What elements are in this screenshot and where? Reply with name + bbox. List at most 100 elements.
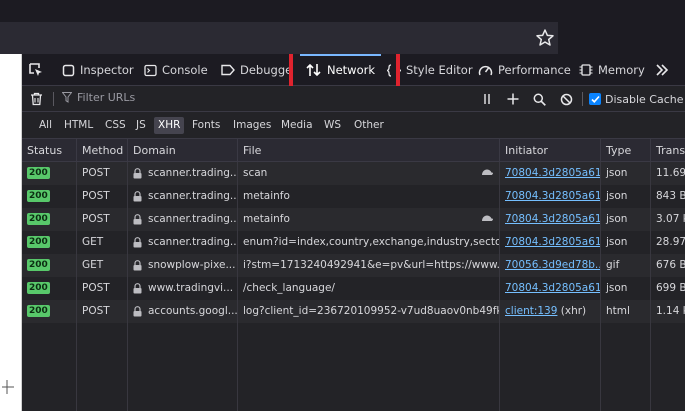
column-divider — [127, 323, 128, 411]
table-row[interactable]: 200 POST accounts.googl... log?client_id=23… — [22, 300, 685, 323]
file-text: i?stm=1713240492941&e=pv&url=https://www… — [243, 259, 500, 271]
status-cell: 200 — [22, 231, 77, 254]
method-text: POST — [82, 167, 110, 179]
chevron-double-right-icon — [656, 64, 669, 76]
disable-cache-checkbox[interactable] — [589, 93, 601, 105]
filter-js-button[interactable]: JS — [132, 117, 150, 134]
type-cell: json — [601, 231, 651, 254]
table-row[interactable]: 200 GET snowplow-pixe... i?stm=171324049294… — [22, 254, 685, 277]
tab-label: Performance — [498, 63, 571, 77]
transferred-cell: 843 B — [651, 185, 685, 208]
lock-icon — [133, 282, 142, 293]
column-header-type[interactable]: Type — [601, 139, 651, 162]
filter-images-button[interactable]: Images — [229, 117, 275, 134]
more-tools-button[interactable] — [655, 54, 669, 86]
file-cell: metainfo — [238, 208, 500, 231]
column-header-status[interactable]: Status — [22, 139, 77, 162]
lock-icon — [133, 167, 142, 178]
transferred-text: 843 B — [656, 190, 685, 202]
toolbar-separator — [53, 92, 54, 106]
tab-console[interactable]: Console — [144, 54, 208, 86]
block-requests-button[interactable] — [560, 86, 573, 112]
table-row[interactable]: 200 POST www.tradingvi... /check_language/7… — [22, 277, 685, 300]
tab-debugger[interactable]: Debugger — [221, 54, 289, 86]
lock-icon — [133, 213, 142, 224]
slow-request-turtle-icon — [482, 215, 493, 221]
status-badge: 200 — [27, 305, 50, 317]
domain-text: accounts.googl... — [148, 305, 238, 317]
column-header-file[interactable]: File — [238, 139, 500, 162]
column-header-domain[interactable]: Domain — [128, 139, 238, 162]
type-cell: json — [601, 208, 651, 231]
initiator-link[interactable]: 70804.3d2805a61... — [505, 282, 600, 294]
tab-inspector[interactable]: Inspector — [62, 54, 134, 86]
filter-ws-button[interactable]: WS — [320, 117, 345, 134]
new-request-button[interactable] — [507, 86, 519, 112]
column-divider — [499, 323, 500, 411]
table-row[interactable]: 200 GET scanner.trading... enum?id=index,co… — [22, 231, 685, 254]
bookmark-star-icon[interactable] — [535, 28, 555, 48]
element-picker-icon[interactable] — [28, 62, 44, 78]
inspector-icon — [62, 64, 75, 76]
initiator-cell: client:139 (xhr) — [500, 300, 601, 323]
pause-button[interactable] — [482, 86, 492, 112]
filter-media-button[interactable]: Media — [277, 117, 317, 134]
column-header-method[interactable]: Method — [77, 139, 128, 162]
tab-performance[interactable]: Performance — [478, 54, 571, 86]
domain-cell: www.tradingvi... — [128, 277, 238, 300]
status-badge: 200 — [27, 167, 50, 179]
type-cell: json — [601, 162, 651, 185]
file-text: metainfo — [243, 213, 290, 225]
initiator-link[interactable]: 70056.3d9ed78b... — [505, 259, 600, 271]
disable-cache-toggle[interactable]: Disable Cache — [589, 86, 684, 112]
status-badge: 200 — [27, 282, 50, 294]
initiator-link[interactable]: 70804.3d2805a61... — [505, 236, 600, 248]
lock-icon — [133, 190, 142, 201]
type-text: html — [606, 305, 630, 317]
filter-other-button[interactable]: Other — [350, 117, 388, 134]
initiator-link[interactable]: 70804.3d2805a61... — [505, 167, 600, 179]
type-cell: json — [601, 277, 651, 300]
console-icon — [144, 64, 157, 76]
tab-label: Inspector — [80, 63, 134, 77]
type-text: json — [606, 167, 628, 179]
initiator-link[interactable]: client:139 — [505, 305, 557, 317]
tab-memory[interactable]: Memory — [579, 54, 645, 86]
table-row[interactable]: 200 POST scanner.trading... metainfo 70804.3… — [22, 208, 685, 231]
lock-icon — [133, 305, 142, 316]
method-cell: POST — [77, 162, 128, 185]
column-header-transferred[interactable]: Trans — [651, 139, 685, 162]
checkmark-icon — [590, 95, 600, 103]
initiator-link[interactable]: 70804.3d2805a61... — [505, 190, 600, 202]
method-text: POST — [82, 213, 110, 225]
filter-css-button[interactable]: CSS — [101, 117, 130, 134]
method-text: GET — [82, 236, 104, 248]
filter-urls-input[interactable]: Filter URLs — [62, 91, 135, 104]
method-text: POST — [82, 282, 110, 294]
address-bar[interactable] — [0, 22, 558, 54]
filter-fonts-button[interactable]: Fonts — [188, 117, 224, 134]
type-cell: json — [601, 185, 651, 208]
toolbar-separator — [582, 92, 583, 106]
table-row[interactable]: 200 POST scanner.trading... scan 70804.3d280… — [22, 162, 685, 185]
tab-label: Style Editor — [406, 63, 473, 77]
clear-requests-button[interactable] — [30, 86, 43, 112]
disable-cache-label: Disable Cache — [605, 92, 684, 106]
initiator-cell: 70804.3d2805a61... — [500, 162, 601, 185]
filter-html-button[interactable]: HTML — [60, 117, 97, 134]
file-text: enum?id=index,country,exchange,industry,… — [243, 236, 500, 248]
filter-xhr-button[interactable]: XHR — [154, 117, 185, 134]
method-cell: GET — [77, 231, 128, 254]
domain-text: snowplow-pixe... — [148, 259, 236, 271]
browser-nav-bar — [0, 22, 685, 54]
status-badge: 200 — [27, 213, 50, 225]
initiator-link[interactable]: 70804.3d2805a61... — [505, 213, 600, 225]
filter-all-button[interactable]: All — [35, 117, 56, 134]
method-cell: GET — [77, 254, 128, 277]
crosshair-cursor-icon — [2, 380, 14, 394]
table-row[interactable]: 200 POST scanner.trading... metainfo 70804.3… — [22, 185, 685, 208]
initiator-suffix: (xhr) — [557, 305, 587, 317]
plus-icon — [507, 93, 519, 105]
column-header-initiator[interactable]: Initiator — [500, 139, 601, 162]
search-button[interactable] — [533, 86, 546, 112]
